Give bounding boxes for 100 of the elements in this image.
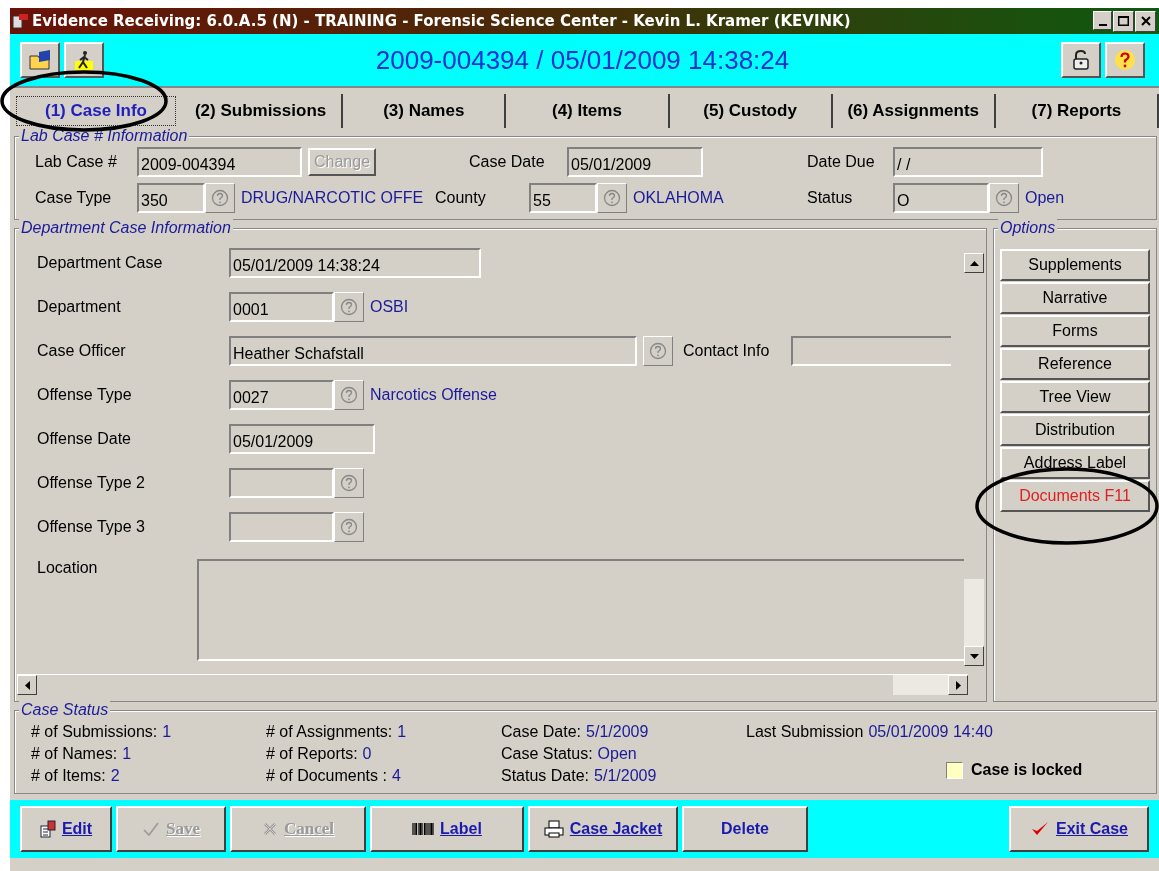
status-label: # of Assignments: — [266, 723, 393, 741]
checkbox-label: Case is locked — [971, 761, 1083, 779]
scroll-down-button[interactable] — [964, 646, 984, 666]
status-label: Case Status: — [501, 745, 593, 763]
help-button[interactable] — [989, 183, 1019, 213]
help-button[interactable] — [643, 336, 673, 366]
help-button[interactable] — [334, 468, 364, 498]
help-icon — [340, 474, 358, 492]
checkbox[interactable] — [946, 761, 963, 779]
scroll-up-button[interactable] — [964, 253, 984, 273]
printer-icon — [543, 820, 564, 838]
document-icon — [39, 820, 56, 838]
field-label: County — [435, 189, 487, 207]
input-field[interactable]: Heather Schafstall — [229, 336, 637, 366]
input-field[interactable]: 0027 — [229, 380, 334, 410]
field-label: Offense Type 2 — [37, 474, 146, 492]
field-label: Status — [807, 189, 854, 207]
help-button[interactable] — [205, 183, 235, 213]
status-value: 4 — [391, 767, 401, 785]
status-label: # of Submissions: — [31, 723, 158, 741]
input-field[interactable] — [229, 512, 334, 542]
tab[interactable]: (5) Custody — [669, 94, 833, 128]
status-label: # of Reports: — [266, 745, 358, 763]
tab[interactable]: (1) Case Info — [16, 96, 176, 126]
input-field[interactable] — [229, 468, 334, 498]
tab[interactable]: (7) Reports — [995, 94, 1159, 128]
scroll-right-button[interactable] — [948, 675, 968, 695]
input-field[interactable]: 05/01/2009 — [229, 424, 375, 454]
edit-button[interactable]: Edit — [20, 806, 112, 852]
input-field[interactable]: 350 — [137, 183, 205, 213]
toolbar-button[interactable] — [64, 42, 104, 78]
option-button[interactable]: Narrative — [1000, 282, 1150, 314]
input-field[interactable]: 05/01/2009 14:38:24 — [229, 248, 481, 278]
field-label: Offense Date — [37, 430, 132, 448]
input-field[interactable]: O — [893, 183, 989, 213]
folder-icon — [27, 48, 53, 72]
field-label: Date Due — [807, 153, 876, 171]
cross-icon — [261, 821, 278, 837]
check-icon — [142, 821, 160, 837]
scroll-left-button[interactable] — [17, 675, 37, 695]
close-button[interactable] — [1135, 10, 1156, 32]
help-icon — [340, 298, 358, 316]
status-label: Case Date: — [501, 723, 582, 741]
status-value: Open — [597, 745, 637, 763]
exit-button[interactable]: Exit Case — [1009, 806, 1149, 852]
tab[interactable]: (6) Assignments — [832, 94, 996, 128]
help-button[interactable] — [334, 380, 364, 410]
status-value: 1 — [397, 723, 407, 741]
down-arrow-icon — [969, 653, 979, 659]
help-icon — [603, 189, 621, 207]
status-label: Status Date: — [501, 767, 590, 785]
status-value: 1 — [122, 745, 132, 763]
option-button[interactable]: Tree View — [1000, 381, 1150, 413]
status-value: 2 — [110, 767, 120, 785]
scrollbar[interactable] — [964, 253, 984, 666]
help-button[interactable] — [334, 512, 364, 542]
jacket-button[interactable]: Case Jacket — [528, 806, 678, 852]
help-icon — [211, 189, 229, 207]
status-label: # of Documents : — [266, 767, 387, 785]
option-button[interactable]: Reference — [1000, 348, 1150, 380]
group-title: Department Case Information — [19, 219, 233, 237]
help-button[interactable] — [597, 183, 627, 213]
toolbar-button[interactable] — [20, 42, 60, 78]
case-number: 2009-004394 / 05/01/2009 14:38:24 — [375, 44, 790, 76]
toolbar-button[interactable] — [1061, 42, 1101, 78]
up-arrow-icon — [969, 260, 979, 266]
right-arrow-icon — [955, 680, 961, 690]
label-button[interactable]: Label — [370, 806, 524, 852]
scrollbar[interactable] — [17, 674, 968, 695]
field-label: Offense Type — [37, 386, 133, 404]
input-field[interactable]: 0001 — [229, 292, 334, 322]
option-button[interactable]: Address Label — [1000, 447, 1150, 479]
tab[interactable]: (3) Names — [343, 94, 507, 128]
help-button[interactable] — [334, 292, 364, 322]
input-field[interactable]: 05/01/2009 — [567, 147, 703, 177]
close-icon — [1140, 16, 1151, 26]
status-label: # of Items: — [31, 767, 106, 785]
input-field[interactable]: 55 — [529, 183, 597, 213]
status-value: 5/1/2009 — [594, 767, 657, 785]
status-value: 1 — [162, 723, 172, 741]
tab[interactable]: (4) Items — [506, 94, 670, 128]
maximize-icon — [1118, 16, 1129, 26]
minimize-button[interactable] — [1093, 10, 1112, 30]
field-label: Department Case — [37, 254, 164, 272]
left-arrow-icon — [24, 680, 30, 690]
option-button[interactable]: Forms — [1000, 315, 1150, 347]
field-label: Offense Type 3 — [37, 518, 146, 536]
delete-button[interactable]: Delete — [682, 806, 808, 852]
toolbar-button[interactable] — [1105, 42, 1145, 78]
input-field[interactable]: / / — [893, 147, 1043, 177]
option-button[interactable]: Supplements — [1000, 249, 1150, 281]
input-field[interactable]: 2009-004394 — [137, 147, 302, 177]
field-description: DRUG/NARCOTIC OFFE — [241, 189, 424, 207]
maximize-button[interactable] — [1113, 10, 1134, 32]
input-field[interactable] — [791, 336, 952, 366]
status-label: Last Submission — [746, 723, 864, 741]
option-button[interactable]: Distribution — [1000, 414, 1150, 446]
field-label: Case Type — [35, 189, 113, 207]
help-icon — [340, 518, 358, 536]
field-label: Location — [37, 559, 99, 577]
